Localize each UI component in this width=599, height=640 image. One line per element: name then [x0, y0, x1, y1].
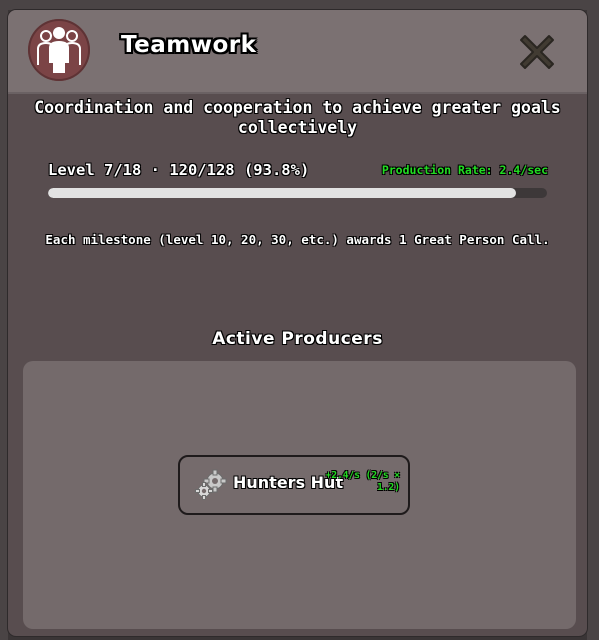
active-producers-heading: Active Producers [212, 329, 383, 349]
background-edge [587, 0, 599, 640]
gears-icon [194, 469, 228, 501]
production-rate-text: Production Rate: 2.4/sec [381, 163, 548, 177]
level-progress-text: Level 7/18 · 120/128 (93.8%) [48, 161, 310, 179]
dialog-description: Coordination and cooperation to achieve … [34, 98, 561, 137]
dialog-title: Teamwork [121, 32, 257, 58]
teamwork-people-icon [28, 19, 90, 81]
level-progress-fill [48, 188, 517, 198]
level-progress-bar [48, 188, 547, 198]
background-edge [0, 0, 8, 640]
producer-card-hunters-hut[interactable]: Hunters Hut +2.4/s (2/s × 1.2) [178, 455, 410, 515]
teamwork-dialog: Teamwork Coordination and cooperation to… [8, 10, 587, 636]
producer-rate: +2.4/s (2/s × 1.2) [325, 470, 400, 493]
dialog-header: Teamwork [8, 10, 587, 94]
active-producers-panel: Hunters Hut +2.4/s (2/s × 1.2) [23, 361, 576, 629]
background-strip [0, 0, 599, 10]
milestone-info-text: Each milestone (level 10, 20, 30, etc.) … [45, 232, 550, 247]
close-icon[interactable] [513, 28, 561, 76]
